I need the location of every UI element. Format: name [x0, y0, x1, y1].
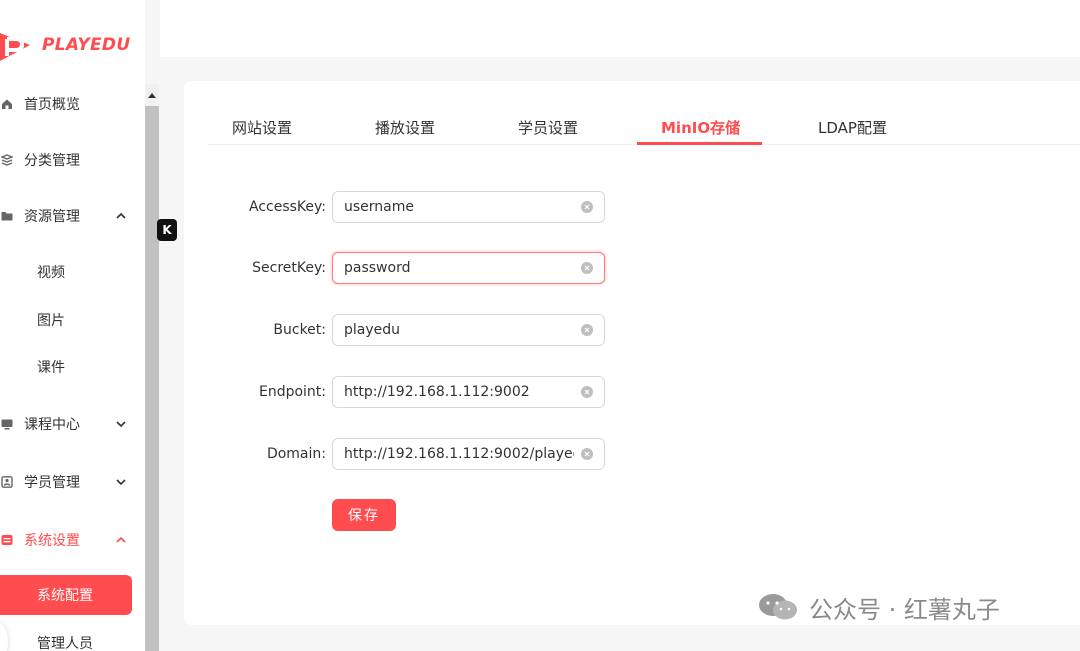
form-row-accesskey: AccessKey:	[184, 191, 624, 223]
sidebar-item-label: 分类管理	[24, 153, 80, 169]
folder-icon	[1, 210, 13, 222]
form-label-endpoint: Endpoint:	[258, 384, 326, 400]
chevron-down-icon	[116, 421, 126, 428]
sidebar-item-label: 资源管理	[24, 209, 80, 225]
settings-card: 网站设置 播放设置 学员设置 MinIO存储 LDAP配置 AccessKey:…	[184, 81, 1080, 625]
clear-icon[interactable]	[581, 448, 593, 460]
sidebar-item-students[interactable]: 学员管理	[0, 462, 140, 502]
settings-icon	[1, 534, 13, 546]
form-row-domain: Domain:	[184, 438, 624, 470]
sidebar-subitem-video[interactable]: 视频	[37, 257, 65, 287]
tab-student-settings[interactable]: 学员设置	[518, 117, 578, 138]
active-tab-indicator	[637, 142, 762, 145]
save-button[interactable]: 保存	[332, 499, 396, 531]
sidebar-subitem-courseware[interactable]: 课件	[37, 352, 65, 382]
avatar[interactable]	[0, 622, 8, 651]
sidebar: PLAYEDU 首页概览 分类管理 资源管理 视频 图片 课件 课程中心 学员管…	[0, 0, 145, 651]
tab-playback-settings[interactable]: 播放设置	[375, 117, 435, 138]
brand-name: PLAYEDU	[42, 35, 131, 55]
sidebar-item-label: 学员管理	[24, 475, 80, 491]
course-icon	[1, 418, 13, 430]
form-label-secretkey: SecretKey:	[252, 260, 326, 276]
sidebar-subitem-image[interactable]: 图片	[37, 305, 65, 335]
tab-minio-storage[interactable]: MinIO存储	[661, 117, 740, 138]
brand-logo[interactable]: PLAYEDU	[0, 25, 130, 65]
user-icon	[1, 476, 13, 488]
sidebar-item-label: 课程中心	[24, 417, 80, 433]
k-badge-icon[interactable]: K	[157, 219, 177, 241]
sidebar-item-category[interactable]: 分类管理	[0, 140, 140, 180]
form-label-bucket: Bucket:	[273, 322, 326, 338]
bucket-input[interactable]	[332, 314, 605, 346]
chevron-down-icon	[116, 479, 126, 486]
endpoint-input[interactable]	[332, 376, 605, 408]
sidebar-scrollbar[interactable]	[145, 84, 159, 651]
home-icon	[1, 98, 13, 110]
domain-input[interactable]	[332, 438, 605, 470]
scroll-up-arrow-icon[interactable]	[145, 84, 159, 106]
sidebar-subitem-system-config[interactable]: 系统配置	[0, 575, 132, 615]
watermark: 公众号 · 红薯丸子	[757, 591, 1000, 624]
chevron-up-icon	[116, 212, 126, 219]
wechat-icon	[759, 594, 797, 620]
top-header	[160, 0, 1080, 57]
sidebar-item-label: 首页概览	[24, 97, 80, 113]
sidebar-item-system-settings[interactable]: 系统设置	[0, 520, 140, 560]
form-label-accesskey: AccessKey:	[248, 199, 326, 215]
clear-icon[interactable]	[581, 324, 593, 336]
accesskey-input[interactable]	[332, 191, 605, 223]
clear-icon[interactable]	[581, 386, 593, 398]
sidebar-item-resources[interactable]: 资源管理	[0, 196, 140, 236]
clear-icon[interactable]	[581, 201, 593, 213]
sidebar-item-courses[interactable]: 课程中心	[0, 404, 140, 444]
form-row-bucket: Bucket:	[184, 314, 624, 346]
sidebar-subitem-admins[interactable]: 管理人员	[37, 628, 93, 651]
secretkey-input[interactable]	[332, 252, 605, 284]
form-row-secretkey: SecretKey:	[184, 252, 624, 284]
form-row-endpoint: Endpoint:	[184, 376, 624, 408]
tab-website-settings[interactable]: 网站设置	[232, 117, 292, 138]
category-icon	[1, 154, 13, 166]
clear-icon[interactable]	[581, 262, 593, 274]
chevron-up-icon	[116, 536, 126, 543]
playedu-logo-icon	[0, 33, 30, 61]
settings-tabs: 网站设置 播放设置 学员设置 MinIO存储 LDAP配置	[208, 103, 1080, 145]
sidebar-item-dashboard[interactable]: 首页概览	[0, 84, 140, 124]
form-label-domain: Domain:	[266, 446, 326, 462]
tab-ldap-config[interactable]: LDAP配置	[818, 117, 887, 138]
sidebar-item-label: 系统设置	[24, 533, 80, 549]
watermark-text: 公众号 · 红薯丸子	[809, 595, 1000, 624]
